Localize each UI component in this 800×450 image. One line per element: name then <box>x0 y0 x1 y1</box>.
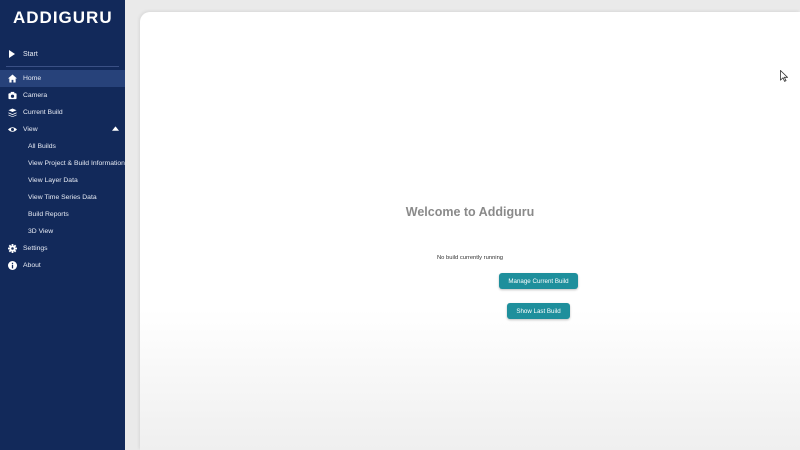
sidebar-item-label: Home <box>23 75 42 82</box>
sidebar-subitem-build-reports[interactable]: Build Reports <box>0 206 125 223</box>
app-logo: ADDIGURU <box>13 8 113 27</box>
app-window: ADDIGURU Start Home Camera Current Build… <box>0 0 800 450</box>
camera-icon <box>8 91 17 100</box>
layers-icon <box>8 108 17 117</box>
sidebar-divider <box>6 66 119 67</box>
sidebar-item-camera[interactable]: Camera <box>0 87 125 104</box>
sidebar-subitem-project-build-info[interactable]: View Project & Build Information <box>0 155 125 172</box>
play-icon <box>8 49 17 59</box>
sidebar-subitem-label: 3D View <box>28 228 54 235</box>
gear-icon <box>8 244 17 253</box>
sidebar-subitem-label: View Time Series Data <box>28 194 97 201</box>
sidebar-subitem-label: Build Reports <box>28 211 69 218</box>
build-status-text: No build currently running <box>436 255 504 261</box>
sidebar-item-settings[interactable]: Settings <box>0 240 125 257</box>
sidebar-item-view[interactable]: View <box>0 121 125 138</box>
sidebar-item-label: View <box>23 126 38 133</box>
start-button[interactable]: Start <box>0 45 125 63</box>
sidebar-nav: Home Camera Current Build View All Build… <box>0 70 125 274</box>
sidebar-subitem-label: All Builds <box>28 143 56 150</box>
sidebar-item-about[interactable]: About <box>0 257 125 274</box>
sidebar-subitem-label: View Project & Build Information <box>28 160 125 167</box>
info-icon <box>8 261 17 270</box>
show-last-build-button[interactable]: Show Last Build <box>507 303 570 319</box>
manage-current-build-button[interactable]: Manage Current Build <box>499 273 578 289</box>
main-content: Welcome to Addiguru No build currently r… <box>140 12 800 450</box>
sidebar-subitem-all-builds[interactable]: All Builds <box>0 138 125 155</box>
sidebar-subitem-label: View Layer Data <box>28 177 78 184</box>
sidebar-item-label: Camera <box>23 92 48 99</box>
eye-icon <box>8 125 17 134</box>
sidebar-item-home[interactable]: Home <box>0 70 125 87</box>
sidebar-item-label: Current Build <box>23 109 63 116</box>
welcome-title: Welcome to Addiguru <box>405 205 535 219</box>
sidebar-item-current-build[interactable]: Current Build <box>0 104 125 121</box>
mouse-cursor-icon <box>780 69 789 87</box>
home-icon <box>8 74 17 83</box>
sidebar-subitem-layer-data[interactable]: View Layer Data <box>0 172 125 189</box>
start-label: Start <box>23 50 38 58</box>
chevron-up-icon[interactable] <box>112 126 119 133</box>
sidebar-item-label: About <box>23 262 41 269</box>
sidebar-subitem-time-series-data[interactable]: View Time Series Data <box>0 189 125 206</box>
sidebar-subitem-3d-view[interactable]: 3D View <box>0 223 125 240</box>
sidebar-item-label: Settings <box>23 245 48 252</box>
sidebar: ADDIGURU Start Home Camera Current Build… <box>0 0 125 450</box>
